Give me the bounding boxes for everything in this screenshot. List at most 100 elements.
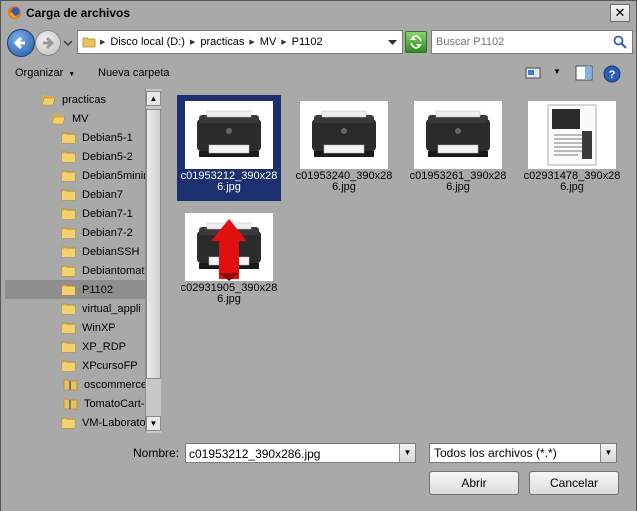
- sidebar-item[interactable]: XPcursoFP: [5, 356, 145, 375]
- folder-icon: [61, 132, 76, 144]
- sidebar-item[interactable]: oscommerce-: [5, 375, 151, 394]
- breadcrumb-separator-icon[interactable]: ▶: [281, 38, 286, 46]
- scroll-up-arrow-icon[interactable]: ▲: [146, 91, 161, 106]
- scroll-down-arrow-icon[interactable]: ▼: [146, 416, 161, 431]
- sidebar-item[interactable]: TomatoCart-: [5, 394, 145, 413]
- file-thumbnail: [528, 101, 616, 169]
- navigation-scrollbar[interactable]: ▲ ▼: [145, 89, 161, 433]
- view-dropdown-icon[interactable]: ▼: [553, 67, 561, 76]
- file-name-label: c02931905_390x28 6.jpg: [179, 283, 279, 305]
- sidebar-item[interactable]: P1102: [5, 280, 145, 299]
- refresh-button[interactable]: [405, 31, 427, 53]
- sidebar-item-label: Debian5-2: [82, 150, 133, 163]
- breadcrumb-disco-local[interactable]: Disco local (D:): [110, 36, 185, 48]
- sidebar-item-label: P1102: [82, 283, 113, 296]
- open-folder-icon: [51, 114, 66, 125]
- help-icon[interactable]: ?: [603, 65, 621, 83]
- sidebar-item-label: Debian7: [82, 188, 123, 201]
- path-field[interactable]: ▶ Disco local (D:) ▶ practicas ▶ MV ▶ P1…: [77, 30, 403, 54]
- preview-pane-icon[interactable]: [575, 65, 593, 81]
- file-name-line2: 6.jpg: [217, 293, 241, 305]
- folder-icon: [61, 208, 76, 220]
- address-bar: ▶ Disco local (D:) ▶ practicas ▶ MV ▶ P1…: [5, 28, 634, 58]
- zip-folder-icon: [63, 379, 78, 391]
- sidebar-item-label: MV: [72, 112, 89, 125]
- breadcrumb-p1102[interactable]: P1102: [292, 36, 323, 48]
- folder-icon: [61, 322, 76, 334]
- sidebar-item[interactable]: Debian5minim: [5, 166, 152, 185]
- sidebar-item-label: TomatoCart-: [84, 397, 145, 410]
- new-folder-button[interactable]: Nueva carpeta: [98, 67, 170, 79]
- back-button[interactable]: [7, 29, 35, 57]
- breadcrumb-mv[interactable]: MV: [260, 36, 277, 48]
- sidebar-item-label: XP_RDP: [82, 340, 127, 353]
- file-name-label: c01953240_390x28 6.jpg: [294, 171, 394, 193]
- file-name-line2: 6.jpg: [217, 181, 241, 193]
- breadcrumb-separator-icon[interactable]: ▶: [249, 38, 254, 46]
- breadcrumb-practicas[interactable]: practicas: [200, 36, 244, 48]
- sidebar-item[interactable]: Debian7-1: [5, 204, 145, 223]
- sidebar-item-label: DebianSSH: [82, 245, 140, 258]
- file-item[interactable]: c01953240_390x28 6.jpg: [292, 95, 396, 201]
- sidebar-item[interactable]: XP_RDP: [5, 337, 145, 356]
- sidebar-item[interactable]: practicas: [5, 90, 145, 109]
- close-button[interactable]: ✕: [610, 4, 630, 22]
- folder-icon: [61, 265, 76, 277]
- dialog-footer: Nombre: ▼ Todos los archivos (*.*) ▼ Abr…: [1, 435, 636, 511]
- file-name-input[interactable]: [189, 446, 397, 461]
- sidebar-item[interactable]: virtual_appli: [5, 299, 145, 318]
- file-name-label: c01953212_390x28 6.jpg: [179, 171, 279, 193]
- file-name-label: c01953261_390x28 6.jpg: [408, 171, 508, 193]
- file-list-view: c01953212_390x28 6.jpg c01953240_390x28 6.…: [165, 89, 635, 433]
- sidebar-item-label: Debiantomat: [82, 264, 145, 277]
- chevron-down-icon: ▼: [68, 71, 76, 78]
- sidebar-item-label: VM-Laborato: [82, 416, 146, 429]
- svg-text:?: ?: [609, 69, 616, 81]
- sidebar-item[interactable]: Debian5-1: [5, 128, 145, 147]
- file-upload-dialog: Carga de archivos ✕ ▶ Disco local (D:) ▶: [0, 0, 637, 511]
- chevron-down-icon[interactable]: ▼: [600, 444, 616, 462]
- sidebar-item[interactable]: Debiantomat: [5, 261, 145, 280]
- file-thumbnail: [185, 213, 273, 281]
- open-button[interactable]: Abrir: [429, 471, 519, 495]
- sidebar-item[interactable]: WinXP: [5, 318, 145, 337]
- forward-button[interactable]: [35, 30, 61, 56]
- firefox-icon: [7, 5, 22, 20]
- view-options-icon[interactable]: [525, 65, 541, 81]
- search-field[interactable]: [431, 30, 633, 54]
- file-thumbnail: [185, 101, 273, 169]
- refresh-icon: [410, 35, 422, 49]
- breadcrumb-separator-icon[interactable]: ▶: [190, 38, 195, 46]
- sidebar-item[interactable]: VM-Laborato: [5, 413, 146, 432]
- sidebar-item[interactable]: Debian5-2: [5, 147, 145, 166]
- breadcrumb-separator-icon: ▶: [100, 39, 106, 46]
- file-type-filter-select[interactable]: Todos los archivos (*.*) ▼: [429, 443, 617, 463]
- folder-icon: [61, 151, 76, 163]
- sidebar-item-label: WinXP: [82, 321, 116, 334]
- scrollbar-thumb[interactable]: [146, 109, 161, 379]
- file-item[interactable]: c02931478_390x28 6.jpg: [520, 95, 624, 201]
- file-item[interactable]: c02931905_390x28 6.jpg: [177, 207, 281, 313]
- chevron-down-icon[interactable]: ▼: [399, 444, 415, 462]
- sidebar-item-label: virtual_appli: [82, 302, 141, 315]
- sidebar-item[interactable]: MV: [5, 109, 145, 128]
- recent-pages-dropdown-icon[interactable]: [63, 37, 73, 49]
- organize-button[interactable]: Organizar ▼: [15, 67, 75, 79]
- sidebar-item-label: Debian7-2: [82, 226, 133, 239]
- sidebar-item[interactable]: Debian7-2: [5, 223, 145, 242]
- file-name-combobox[interactable]: ▼: [185, 443, 416, 463]
- search-input[interactable]: [436, 34, 608, 50]
- file-item[interactable]: c01953261_390x28 6.jpg: [406, 95, 510, 201]
- file-name-line2: 6.jpg: [560, 181, 584, 193]
- chevron-down-icon[interactable]: [388, 39, 397, 46]
- cancel-button[interactable]: Cancelar: [529, 471, 619, 495]
- sidebar-item[interactable]: Debian7: [5, 185, 145, 204]
- file-item[interactable]: c01953212_390x28 6.jpg: [177, 95, 281, 201]
- organize-label: Organizar: [15, 67, 64, 79]
- search-icon[interactable]: [612, 34, 628, 50]
- sidebar-item-label: Debian5minim: [82, 169, 153, 182]
- file-type-filter-value: Todos los archivos (*.*): [434, 446, 557, 460]
- sidebar-item[interactable]: DebianSSH: [5, 242, 145, 261]
- folder-icon: [61, 360, 76, 372]
- file-name-line2: 6.jpg: [446, 181, 470, 193]
